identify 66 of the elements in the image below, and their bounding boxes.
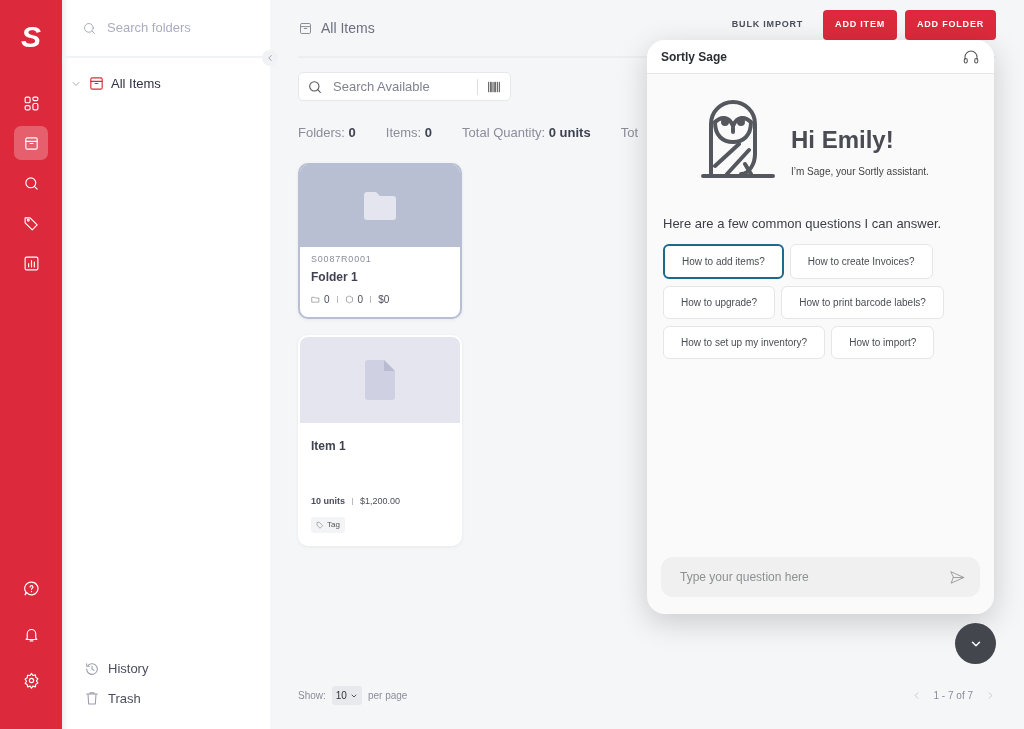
tree-item[interactable]: All Items bbox=[111, 74, 161, 94]
card-value: $0 bbox=[378, 293, 390, 307]
box-icon bbox=[298, 20, 313, 36]
card-title: Folder 1 bbox=[311, 269, 359, 286]
per-page-label: per page bbox=[367, 689, 408, 703]
stat-text: Tot bbox=[620, 124, 639, 142]
box-icon bbox=[22, 134, 40, 152]
input-bar[interactable]: Type your question here bbox=[661, 557, 980, 597]
barcode-button[interactable] bbox=[477, 78, 502, 95]
send-icon bbox=[949, 568, 966, 586]
card-title: Item 1 bbox=[311, 438, 347, 455]
add-button[interactable]: ADD FOLDER bbox=[905, 10, 996, 40]
breadcrumb: All Items bbox=[321, 18, 375, 38]
stat-text: Total Quantity: 0 units bbox=[462, 124, 591, 142]
question-chip[interactable]: How to import? bbox=[831, 325, 935, 359]
help-icon bbox=[22, 579, 40, 597]
add-button[interactable]: ADD ITEM bbox=[823, 10, 897, 40]
import-button[interactable]: BULK IMPORT bbox=[719, 10, 816, 40]
page-size-select[interactable]: 10 bbox=[331, 686, 362, 705]
greeting: Hi Emily! bbox=[791, 124, 895, 155]
card-value: $1,200.00 bbox=[360, 495, 401, 508]
history-icon bbox=[84, 660, 100, 677]
question-chip[interactable]: How to create Invoices? bbox=[789, 243, 933, 279]
search-icon bbox=[82, 20, 97, 36]
support-button[interactable] bbox=[962, 47, 980, 66]
question-input[interactable]: Type your question here bbox=[678, 567, 949, 587]
question-chip[interactable]: How to print barcode labels? bbox=[781, 285, 944, 319]
folder-count: 0 bbox=[324, 293, 330, 307]
search-icon bbox=[307, 78, 323, 95]
stat-text: Items: 0 bbox=[385, 124, 433, 142]
sidebar-link[interactable]: Trash bbox=[62, 683, 163, 713]
question-chip[interactable]: How to add items? bbox=[663, 243, 784, 279]
folder-card[interactable]: S0087R0001 Folder 1 0 0 $0 bbox=[298, 162, 462, 319]
settings-icon bbox=[22, 671, 40, 689]
intro-text: I’m Sage, your Sortly assistant. bbox=[791, 164, 929, 179]
sidebar-link[interactable]: History bbox=[62, 654, 171, 684]
item-card[interactable]: Item 1 10 units $1,200.00 Tag bbox=[298, 335, 462, 546]
nav-button[interactable] bbox=[14, 126, 48, 160]
chat-title: Sortly Sage bbox=[661, 48, 728, 66]
chart-icon bbox=[22, 254, 40, 272]
item-count: 0 bbox=[357, 293, 364, 307]
trash-icon bbox=[84, 690, 100, 707]
tag-icon bbox=[22, 214, 40, 232]
tag-icon bbox=[316, 520, 324, 529]
question-chip[interactable]: How to set up my inventory? bbox=[663, 325, 826, 359]
search-field[interactable]: Search Available bbox=[331, 75, 469, 98]
item-code: S0087R0001 bbox=[311, 252, 373, 266]
stat-text: Folders: 0 bbox=[298, 124, 356, 142]
logo: S bbox=[21, 22, 41, 52]
send-button[interactable] bbox=[949, 568, 966, 586]
card-quantity: 10 units bbox=[311, 495, 345, 508]
dashboard-icon bbox=[22, 94, 40, 112]
show-label: Show: bbox=[298, 689, 326, 703]
tag-chip: Tag bbox=[311, 516, 345, 533]
question-chip[interactable]: How to upgrade? bbox=[663, 285, 776, 319]
page-range: 1 - 7 of 7 bbox=[933, 689, 973, 703]
folder-icon bbox=[362, 190, 398, 221]
folder-icon bbox=[311, 295, 320, 304]
search-bar[interactable]: Search Available bbox=[298, 72, 511, 101]
chevron-left-icon bbox=[265, 53, 275, 63]
headset-icon bbox=[962, 47, 980, 66]
box-icon bbox=[344, 295, 354, 304]
search-icon bbox=[22, 174, 40, 192]
search-field[interactable]: Search folders bbox=[105, 17, 250, 39]
prompt-text: Here are a few common questions I can answer. bbox=[663, 215, 943, 233]
document-icon bbox=[365, 360, 395, 400]
